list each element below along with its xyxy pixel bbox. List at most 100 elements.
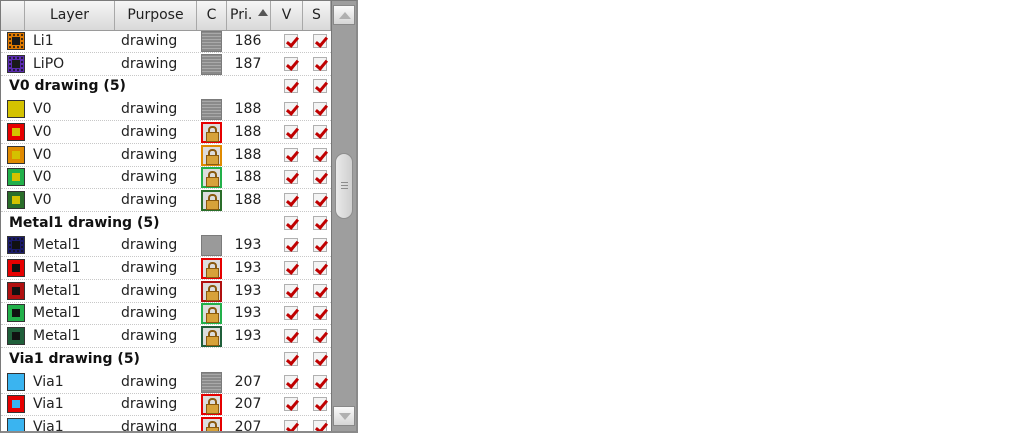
selectable-checkbox[interactable] <box>313 170 327 185</box>
visible-checkbox[interactable] <box>284 397 298 412</box>
selectable-checkbox[interactable] <box>313 351 327 366</box>
selectable-checkbox[interactable] <box>313 374 327 389</box>
visible-checkbox[interactable] <box>284 124 298 139</box>
layer-color-swatch[interactable] <box>7 145 25 164</box>
visible-checkbox[interactable] <box>284 79 298 94</box>
layer-color-swatch[interactable] <box>7 417 25 431</box>
header-v[interactable]: V <box>271 1 303 30</box>
layer-row[interactable]: Metal1 drawing 193 <box>1 325 331 349</box>
layer-color-swatch[interactable] <box>7 395 25 414</box>
selectable-checkbox[interactable] <box>313 261 327 275</box>
layer-color-swatch[interactable] <box>7 190 25 209</box>
visible-checkbox[interactable] <box>284 215 298 230</box>
header-purpose[interactable]: Purpose <box>115 1 197 30</box>
layer-row[interactable]: V0 drawing 188 <box>1 166 331 190</box>
pattern-icon[interactable] <box>201 235 222 257</box>
layer-color-swatch[interactable] <box>7 372 25 391</box>
scroll-down-button[interactable] <box>333 406 355 426</box>
layer-color-swatch[interactable] <box>7 259 25 277</box>
header-c[interactable]: C <box>197 1 227 30</box>
layer-palette-panel: Layer Purpose C Pri. V S Li1 drawing 186 Li… <box>0 0 358 433</box>
group-row[interactable]: Metal1 drawing (5) <box>1 212 331 235</box>
lock-icon[interactable] <box>201 280 222 302</box>
visible-checkbox[interactable] <box>284 238 298 253</box>
layer-row[interactable]: Metal1 drawing 193 <box>1 302 331 326</box>
visible-checkbox[interactable] <box>284 102 298 117</box>
visible-checkbox[interactable] <box>284 147 298 162</box>
layer-color-swatch[interactable] <box>7 100 25 119</box>
layer-purpose: drawing <box>121 237 178 254</box>
layer-row[interactable]: Li1 drawing 186 <box>1 30 331 53</box>
lock-body <box>206 336 219 347</box>
visible-checkbox[interactable] <box>284 329 298 344</box>
selectable-checkbox[interactable] <box>313 102 327 117</box>
visible-checkbox[interactable] <box>284 351 298 366</box>
visible-checkbox[interactable] <box>284 419 298 431</box>
layer-purpose: drawing <box>121 373 178 390</box>
selectable-checkbox[interactable] <box>313 397 327 412</box>
lock-icon[interactable] <box>201 326 222 348</box>
layer-row[interactable]: V0 drawing 188 <box>1 144 331 167</box>
selectable-checkbox[interactable] <box>313 329 327 344</box>
lock-icon[interactable] <box>201 394 222 416</box>
layer-priority: 188 <box>234 123 262 140</box>
lock-icon[interactable] <box>201 167 222 189</box>
visible-checkbox[interactable] <box>284 170 298 185</box>
header-priority[interactable]: Pri. <box>227 1 271 30</box>
selectable-checkbox[interactable] <box>313 283 327 298</box>
layer-row[interactable]: LiPO drawing 187 <box>1 53 331 76</box>
layer-row[interactable]: Via1 drawing 207 <box>1 371 331 394</box>
pattern-icon[interactable] <box>201 371 222 393</box>
pattern-icon[interactable] <box>201 99 222 121</box>
visible-checkbox[interactable] <box>284 374 298 389</box>
layer-list: Li1 drawing 186 LiPO drawing 187 V0 drawing (5… <box>1 30 331 431</box>
visible-checkbox[interactable] <box>284 56 298 71</box>
layer-row[interactable]: Via1 drawing 207 <box>1 416 331 431</box>
selectable-checkbox[interactable] <box>313 306 327 321</box>
lock-icon[interactable] <box>201 258 222 279</box>
lock-icon[interactable] <box>201 416 222 431</box>
selectable-checkbox[interactable] <box>313 192 327 207</box>
layer-row[interactable]: V0 drawing 188 <box>1 189 331 212</box>
selectable-checkbox[interactable] <box>313 215 327 230</box>
visible-checkbox[interactable] <box>284 192 298 207</box>
selectable-checkbox[interactable] <box>313 34 327 48</box>
layer-row[interactable]: Metal1 drawing 193 <box>1 257 331 280</box>
layer-row[interactable]: V0 drawing 188 <box>1 98 331 122</box>
lock-icon[interactable] <box>201 121 222 143</box>
selectable-checkbox[interactable] <box>313 238 327 253</box>
layer-row[interactable]: V0 drawing 188 <box>1 121 331 144</box>
lock-icon[interactable] <box>201 189 222 211</box>
layer-color-swatch[interactable] <box>7 281 25 300</box>
selectable-checkbox[interactable] <box>313 419 327 431</box>
scrollbar-thumb[interactable] <box>335 153 353 219</box>
vertical-scrollbar[interactable] <box>331 1 356 431</box>
visible-checkbox[interactable] <box>284 261 298 275</box>
pattern-icon[interactable] <box>201 31 222 52</box>
selectable-checkbox[interactable] <box>313 147 327 162</box>
selectable-checkbox[interactable] <box>313 79 327 94</box>
visible-checkbox[interactable] <box>284 34 298 48</box>
group-row[interactable]: Via1 drawing (5) <box>1 348 331 371</box>
lock-icon[interactable] <box>201 144 222 166</box>
layer-color-swatch[interactable] <box>7 304 25 323</box>
layer-color-swatch[interactable] <box>7 327 25 346</box>
lock-icon[interactable] <box>201 303 222 325</box>
visible-checkbox[interactable] <box>284 283 298 298</box>
header-s[interactable]: S <box>303 1 331 30</box>
group-row[interactable]: V0 drawing (5) <box>1 75 331 98</box>
layer-row[interactable]: Via1 drawing 207 <box>1 393 331 417</box>
selectable-checkbox[interactable] <box>313 124 327 139</box>
scroll-up-button[interactable] <box>333 5 355 25</box>
visible-checkbox[interactable] <box>284 306 298 321</box>
layer-color-swatch[interactable] <box>7 54 25 73</box>
selectable-checkbox[interactable] <box>313 56 327 71</box>
pattern-icon[interactable] <box>201 53 222 75</box>
layer-color-swatch[interactable] <box>7 168 25 187</box>
layer-row[interactable]: Metal1 drawing 193 <box>1 280 331 303</box>
layer-row[interactable]: Metal1 drawing 193 <box>1 234 331 258</box>
layer-color-swatch[interactable] <box>7 122 25 141</box>
layer-color-swatch[interactable] <box>7 32 25 50</box>
header-layer[interactable]: Layer <box>25 1 115 30</box>
layer-color-swatch[interactable] <box>7 236 25 255</box>
